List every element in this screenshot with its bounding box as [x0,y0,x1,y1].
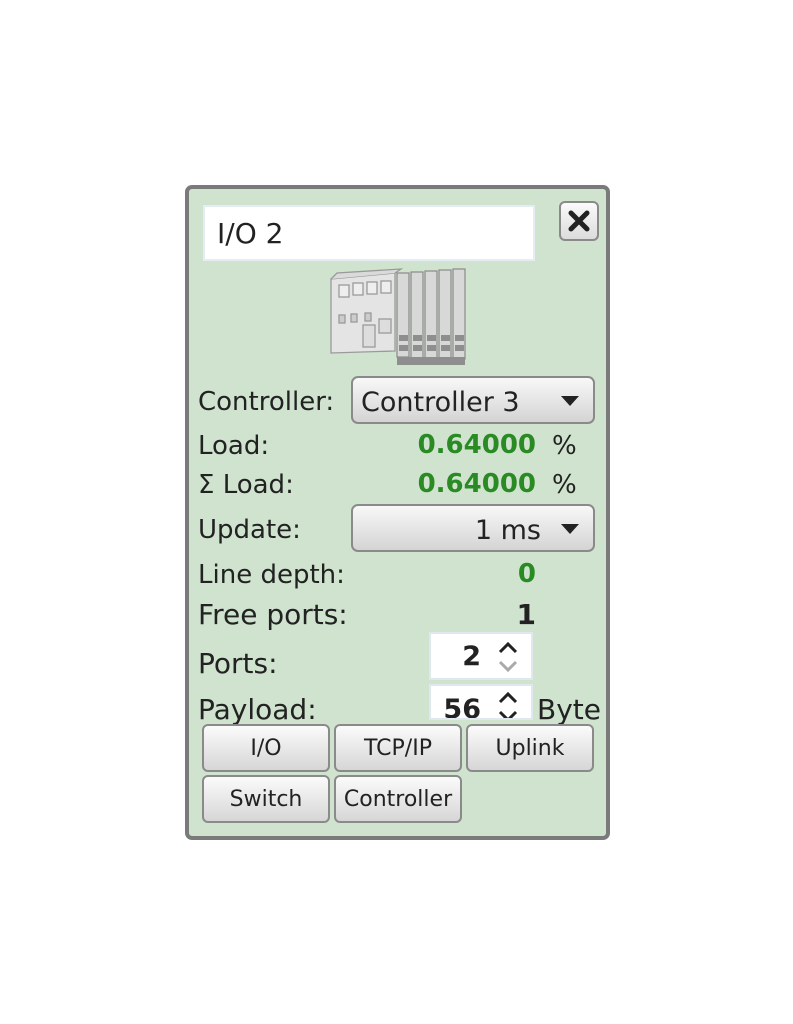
controller-select-value: Controller 3 [361,387,520,418]
ports-stepper[interactable]: 2 [429,632,533,680]
load-value: 0.64000 [417,430,536,460]
load-label: Load: [198,431,270,461]
payload-label: Payload: [198,693,317,726]
chevron-down-icon [561,524,579,534]
controller-button[interactable]: Controller [334,775,462,823]
free-ports-value: 1 [516,598,536,631]
load-unit: % [552,431,577,461]
tcpip-button[interactable]: TCP/IP [334,724,462,772]
payload-unit: Byte [537,693,601,726]
line-depth-label: Line depth: [198,560,345,590]
sum-load-value: 0.64000 [417,469,536,499]
payload-value: 56 [443,694,481,720]
io-module-icon [330,268,466,365]
close-button[interactable] [559,201,599,241]
close-icon [568,210,590,232]
chevron-down-icon [561,396,579,406]
spinner-arrows-icon[interactable] [497,688,519,720]
switch-button[interactable]: Switch [202,775,330,823]
controller-select[interactable]: Controller 3 [351,376,595,424]
sum-load-label: Σ Load: [198,470,294,500]
controller-label: Controller: [198,387,335,417]
update-select[interactable]: 1 ms [351,504,595,552]
ports-value: 2 [462,641,481,672]
payload-stepper[interactable]: 56 [429,684,533,720]
free-ports-label: Free ports: [198,598,348,631]
io-button[interactable]: I/O [202,724,330,772]
line-depth-value: 0 [517,559,536,589]
update-select-value: 1 ms [474,515,541,546]
ports-label: Ports: [198,647,278,680]
sum-load-unit: % [552,470,577,500]
device-name-input[interactable] [203,205,535,261]
spinner-arrows-icon[interactable] [497,638,519,676]
device-properties-panel: Controller: Controller 3 Load: 0.64000 %… [185,185,610,840]
update-label: Update: [198,515,301,545]
uplink-button[interactable]: Uplink [466,724,594,772]
